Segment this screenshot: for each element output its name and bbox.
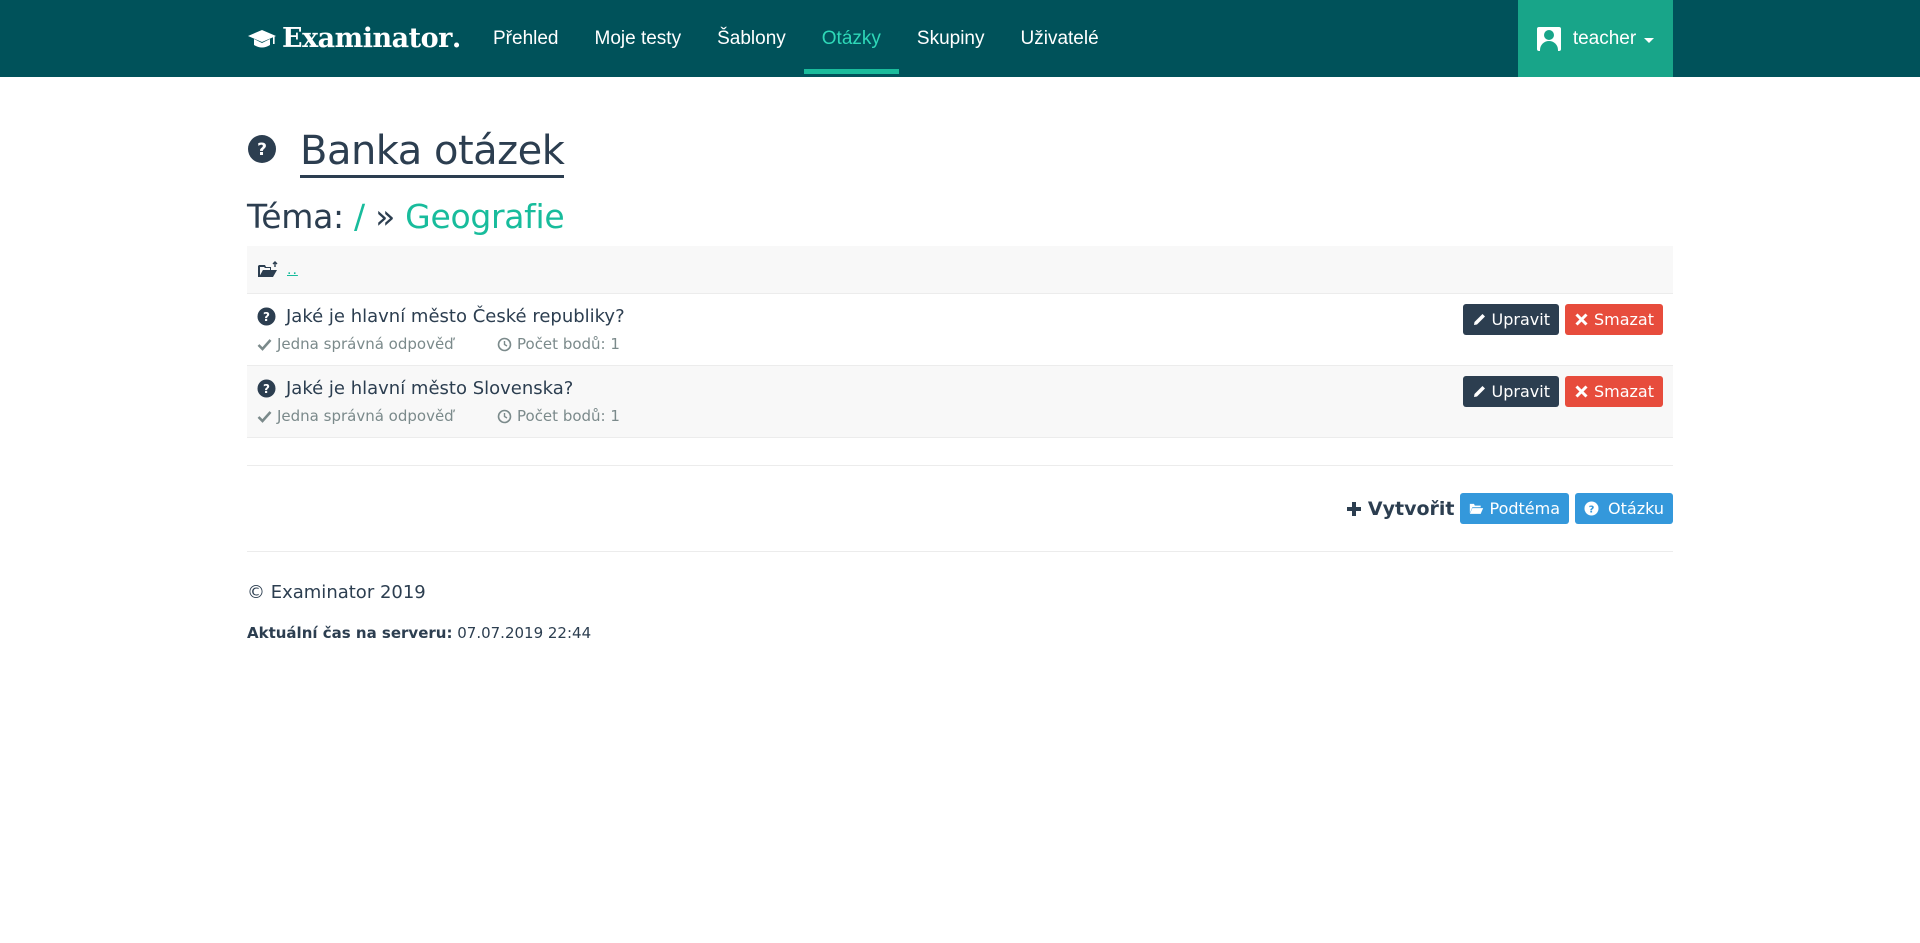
close-icon [1575,313,1588,326]
page-title: Banka otázek [300,129,565,178]
nav-item-uzivatele[interactable]: Uživatelé [1003,0,1117,77]
server-time-value: 07.07.2019 22:44 [457,624,592,642]
question-points: Počet bodů: 1 [497,407,620,425]
delete-button-label: Smazat [1593,310,1654,329]
nav-item-prehled[interactable]: Přehled [475,0,577,77]
svg-text:?: ? [1589,504,1595,515]
question-main: ? Jaké je hlavní město České republiky? [257,306,625,327]
pencil-icon [1473,314,1485,325]
svg-text:?: ? [257,140,267,160]
page-header: ? Banka otázek [247,129,565,179]
nav-item-skupiny[interactable]: Skupiny [899,0,1003,77]
edit-button-label: Upravit [1491,310,1550,329]
breadcrumb-separator: » [375,197,395,236]
user-menu-dropdown[interactable]: teacher [1518,0,1673,77]
folder-open-up-icon [258,260,278,277]
main-nav: Přehled Moje testy Šablony Otázky Skupin… [475,0,1117,77]
create-question-button[interactable]: ? Otázku [1575,493,1673,524]
create-actions: Vytvořit Podtéma ? Otázku [1345,493,1673,524]
brand-name: Examinator [282,23,452,54]
question-points-label: Počet bodů: 1 [517,407,620,425]
nav-item-moje-testy[interactable]: Moje testy [577,0,700,77]
svg-text:?: ? [263,382,270,396]
footer-server-time: Aktuální čas na serveru: 07.07.2019 22:4… [247,624,591,642]
folder-open-icon [1470,503,1484,514]
question-text: Jaké je hlavní město České republiky? [286,306,625,327]
close-icon [1575,385,1588,398]
user-name: teacher [1572,27,1637,49]
question-main: ? Jaké je hlavní město Slovenska? [257,378,573,399]
nav-item-sablony[interactable]: Šablony [699,0,804,77]
nav-item-otazky[interactable]: Otázky [803,0,900,77]
question-text: Jaké je hlavní město Slovenska? [286,378,574,399]
question-circle-icon: ? [257,307,276,326]
create-subtopic-button[interactable]: Podtéma [1460,493,1570,524]
svg-text:?: ? [263,310,270,324]
check-icon [257,338,272,351]
delete-button-label: Smazat [1593,382,1654,401]
question-points: Počet bodů: 1 [497,335,620,353]
breadcrumb-current-link[interactable]: Geografie [405,197,565,236]
create-question-label: Otázku [1608,499,1664,518]
edit-button[interactable]: Upravit [1462,304,1559,335]
question-row: ? Jaké je hlavní město České republiky? … [247,294,1673,366]
create-subtopic-label: Podtéma [1489,499,1561,518]
question-actions: Upravit Smazat [1462,376,1663,407]
server-time-label: Aktuální čas na serveru: [247,624,453,642]
question-circle-icon: ? [257,379,276,398]
navbar-container: Examinator. Přehled Moje testy Šablony O… [247,0,1673,77]
question-circle-icon: ? [1584,501,1599,516]
divider [247,465,1673,466]
question-type: Jedna správná odpověď [257,335,454,353]
question-type: Jedna správná odpověď [257,407,454,425]
parent-folder-link[interactable]: .. [287,261,298,279]
plus-icon [1346,501,1361,516]
question-row: ? Jaké je hlavní město Slovenska? Jedna … [247,366,1673,438]
top-navbar: Examinator. Přehled Moje testy Šablony O… [0,0,1920,77]
question-points-label: Počet bodů: 1 [517,335,620,353]
user-icon [1536,26,1561,51]
breadcrumb-prefix: Téma: [247,197,344,236]
breadcrumb: Téma: / » Geografie [247,197,565,236]
question-type-label: Jedna správná odpověď [277,407,454,425]
delete-button[interactable]: Smazat [1564,376,1663,407]
parent-folder-row: .. [247,246,1673,294]
question-circle-icon: ? [248,135,276,163]
create-label-text: Vytvořit [1367,497,1455,520]
footer-copyright: © Examinator 2019 [247,582,426,603]
question-type-label: Jedna správná odpověď [277,335,454,353]
question-list: .. ? Jaké je hlavní město České republik… [247,246,1673,438]
divider [247,551,1673,552]
check-icon [257,410,272,423]
breadcrumb-root-link[interactable]: / [354,197,365,236]
edit-button[interactable]: Upravit [1462,376,1559,407]
clock-icon [497,409,512,423]
pencil-icon [1473,386,1485,397]
brand-logo[interactable]: Examinator. [247,0,461,77]
question-actions: Upravit Smazat [1462,304,1663,335]
create-label: Vytvořit [1345,497,1455,520]
caret-down-icon [1644,37,1655,43]
graduation-cap-icon [248,29,276,47]
question-meta: Jedna správná odpověď Počet bodů: 1 [257,407,620,425]
clock-icon [497,337,512,351]
edit-button-label: Upravit [1491,382,1550,401]
question-meta: Jedna správná odpověď Počet bodů: 1 [257,335,620,353]
delete-button[interactable]: Smazat [1564,304,1663,335]
